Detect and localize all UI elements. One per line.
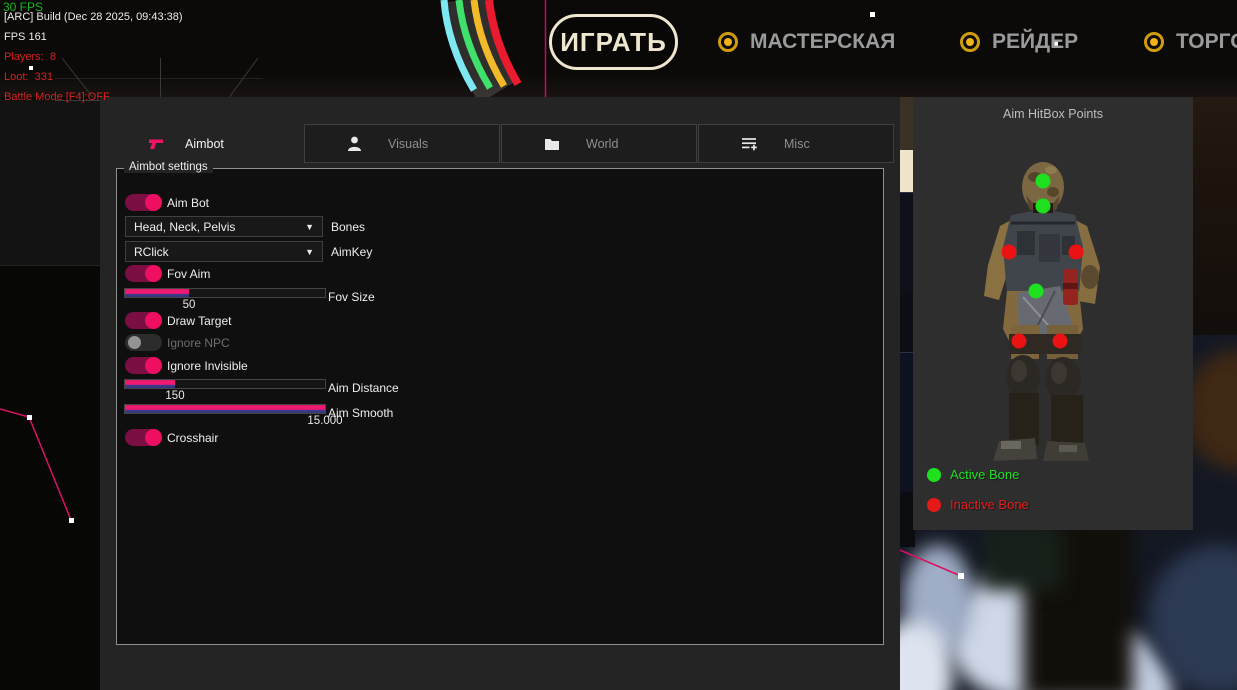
fov-aim-toggle[interactable] bbox=[125, 265, 162, 282]
aimkey-dropdown[interactable]: RClick ▼ bbox=[125, 241, 323, 262]
slider-fill bbox=[125, 405, 325, 413]
active-bone-dot-icon bbox=[927, 468, 941, 482]
fov-aim-label: Fov Aim bbox=[167, 267, 210, 281]
fov-size-slider[interactable]: 50 bbox=[124, 288, 326, 298]
bone-dot-left-shoulder[interactable] bbox=[1002, 245, 1017, 260]
crosshair-toggle[interactable] bbox=[125, 429, 162, 446]
tab-world[interactable]: World bbox=[501, 124, 697, 163]
nav-item-label: РЕЙДЕР bbox=[992, 30, 1078, 54]
slider-fill bbox=[125, 380, 175, 388]
person-icon bbox=[347, 136, 362, 152]
inactive-bone-dot-icon bbox=[927, 498, 941, 512]
tab-aimbot[interactable]: Aimbot bbox=[100, 124, 296, 163]
sliders-plus-icon bbox=[741, 136, 758, 151]
aimbot-settings-group: Aimbot settings Aim Bot Head, Neck, Pelv… bbox=[116, 168, 884, 645]
bone-dot-head[interactable] bbox=[1036, 174, 1051, 189]
folder-icon bbox=[544, 137, 560, 151]
draw-target-label: Draw Target bbox=[167, 314, 231, 328]
bone-dot-left-thigh[interactable] bbox=[1012, 334, 1027, 349]
slider-value: 50 bbox=[183, 299, 196, 311]
screen: 30 FPS [ARC] Build (Dec 28 2025, 09:43:3… bbox=[0, 0, 1237, 690]
aim-smooth-slider[interactable]: 15.000 bbox=[124, 404, 326, 414]
nav-item-workshop[interactable]: МАСТЕРСКАЯ bbox=[718, 30, 895, 54]
hitbox-model bbox=[913, 97, 1193, 530]
slider-value: 150 bbox=[165, 390, 184, 402]
toggle-knob bbox=[145, 194, 162, 211]
legend-label: Inactive Bone bbox=[950, 497, 1029, 512]
bone-dot-pelvis[interactable] bbox=[1029, 284, 1044, 299]
play-button[interactable]: ИГРАТЬ bbox=[549, 14, 678, 70]
coin-icon bbox=[1144, 32, 1164, 52]
slider-fill bbox=[125, 289, 189, 297]
aim-bot-toggle[interactable] bbox=[125, 194, 162, 211]
bone-dot-neck[interactable] bbox=[1036, 199, 1051, 214]
coin-icon bbox=[718, 32, 738, 52]
bone-dot-right-thigh[interactable] bbox=[1053, 334, 1068, 349]
tab-label: Aimbot bbox=[185, 137, 224, 151]
aim-distance-slider[interactable]: 150 bbox=[124, 379, 326, 389]
bone-dot-right-shoulder[interactable] bbox=[1069, 245, 1084, 260]
toggle-knob bbox=[145, 312, 162, 329]
coin-icon bbox=[960, 32, 980, 52]
chevron-down-icon: ▼ bbox=[305, 247, 314, 257]
nav-item-trade[interactable]: ТОРГО bbox=[1144, 30, 1237, 54]
bones-dropdown[interactable]: Head, Neck, Pelvis ▼ bbox=[125, 216, 323, 237]
tab-label: World bbox=[586, 137, 618, 151]
aim-smooth-label: Aim Smooth bbox=[328, 406, 393, 420]
bones-label: Bones bbox=[331, 220, 365, 234]
toggle-knob bbox=[128, 336, 141, 349]
chevron-down-icon: ▼ bbox=[305, 222, 314, 232]
group-title: Aimbot settings bbox=[124, 161, 213, 173]
toggle-knob bbox=[145, 357, 162, 374]
dropdown-value: Head, Neck, Pelvis bbox=[134, 220, 305, 234]
aim-bot-label: Aim Bot bbox=[167, 196, 209, 210]
hitbox-panel: Aim HitBox Points bbox=[913, 97, 1193, 530]
ignore-npc-toggle[interactable] bbox=[125, 334, 162, 351]
dropdown-value: RClick bbox=[134, 245, 305, 259]
crosshair-label: Crosshair bbox=[167, 431, 218, 445]
legend-inactive-bone: Inactive Bone bbox=[927, 497, 1029, 512]
draw-target-toggle[interactable] bbox=[125, 312, 162, 329]
ignore-npc-label: Ignore NPC bbox=[167, 336, 230, 350]
aim-distance-label: Aim Distance bbox=[328, 381, 399, 395]
tab-label: Misc bbox=[784, 137, 810, 151]
nav-item-raider[interactable]: РЕЙДЕР bbox=[960, 30, 1078, 54]
fov-size-label: Fov Size bbox=[328, 290, 375, 304]
tab-visuals[interactable]: Visuals bbox=[304, 124, 500, 163]
toggle-knob bbox=[145, 265, 162, 282]
aimkey-label: AimKey bbox=[331, 245, 372, 259]
nav-item-label: ТОРГО bbox=[1176, 30, 1237, 54]
legend-active-bone: Active Bone bbox=[927, 467, 1019, 482]
character-model bbox=[913, 97, 1193, 530]
tab-misc[interactable]: Misc bbox=[698, 124, 894, 163]
pistol-icon bbox=[149, 138, 164, 150]
cheat-menu-panel: Aimbot Visuals World bbox=[100, 97, 900, 690]
nav-item-label: МАСТЕРСКАЯ bbox=[750, 30, 895, 54]
legend-label: Active Bone bbox=[950, 467, 1019, 482]
toggle-knob bbox=[145, 429, 162, 446]
ignore-invisible-toggle[interactable] bbox=[125, 357, 162, 374]
ignore-invisible-label: Ignore Invisible bbox=[167, 359, 248, 373]
tab-label: Visuals bbox=[388, 137, 428, 151]
